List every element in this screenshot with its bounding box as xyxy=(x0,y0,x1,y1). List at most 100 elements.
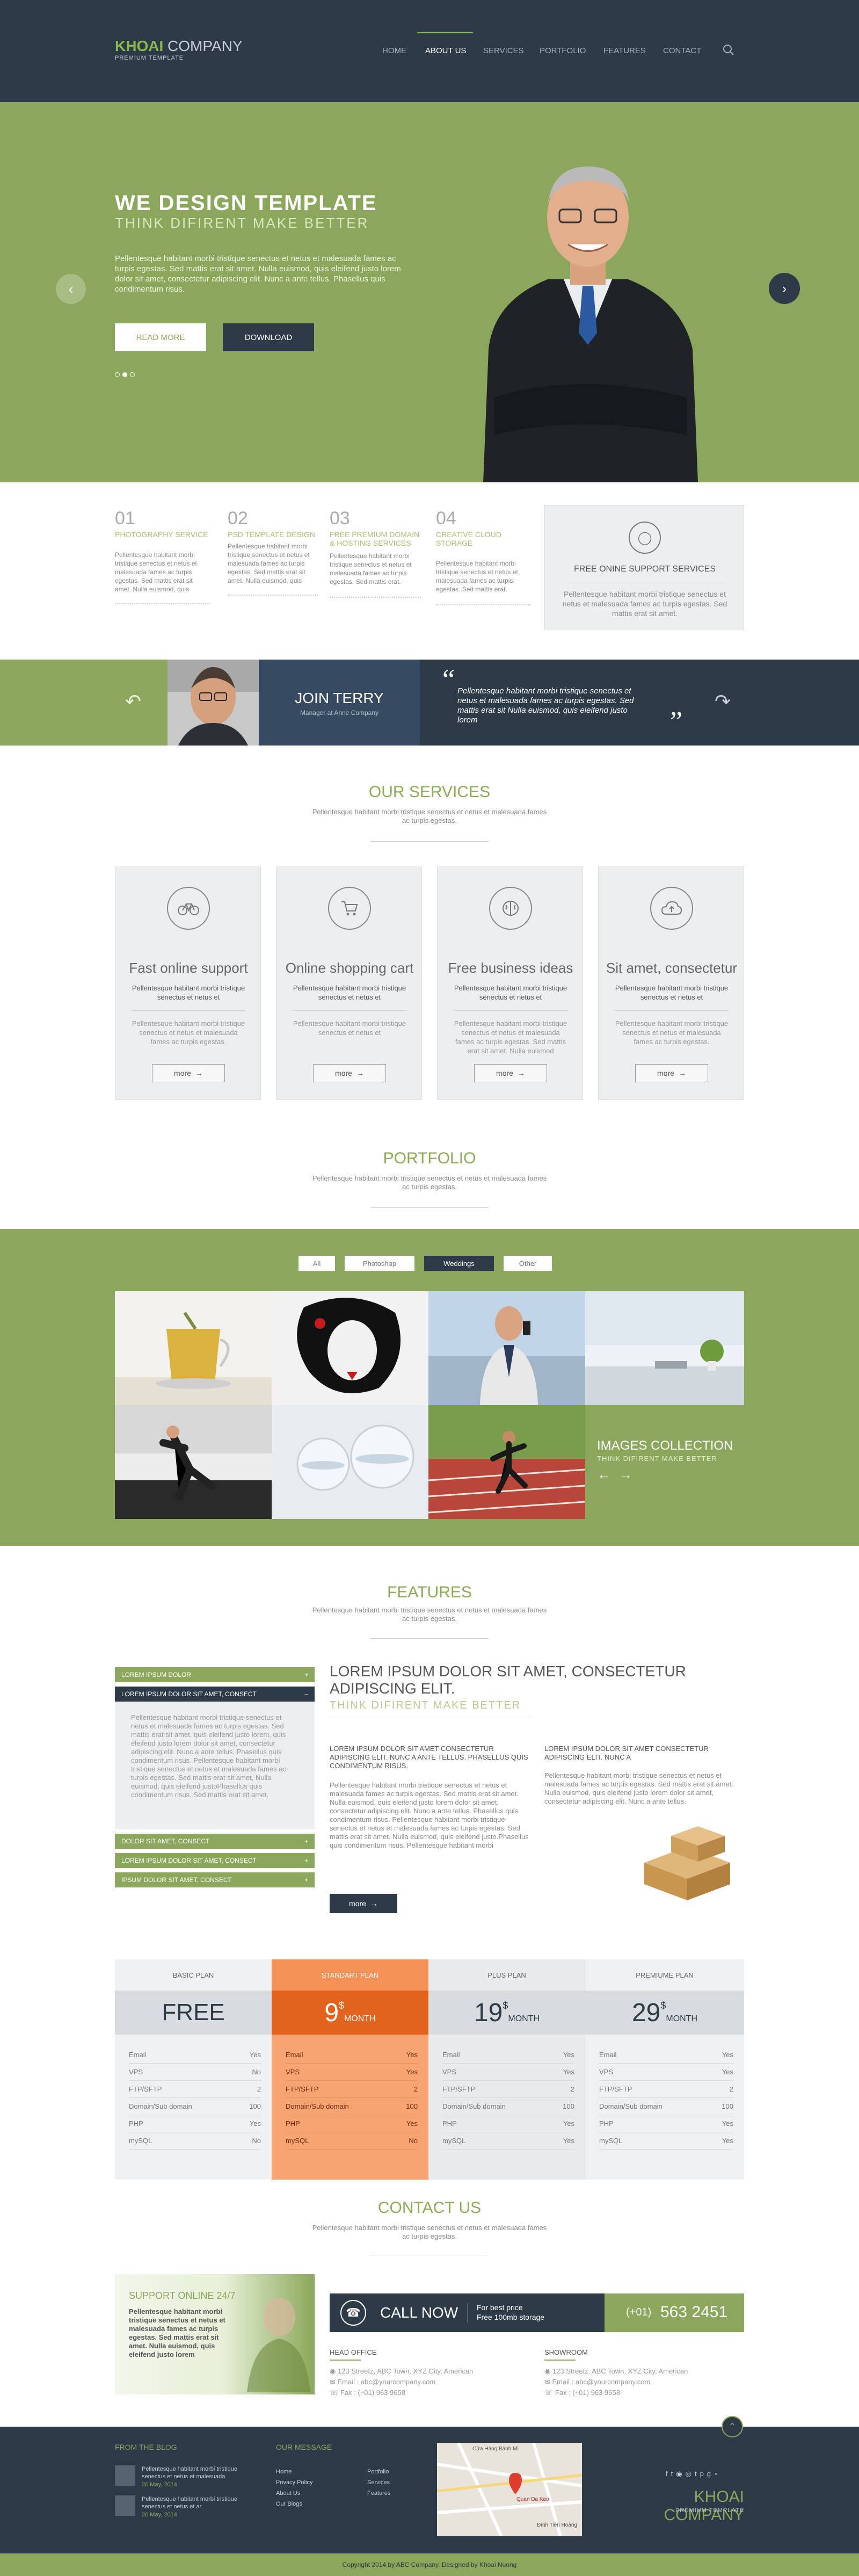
businessman-image xyxy=(483,167,698,482)
footer-logo-bold: KHOAI xyxy=(694,2488,744,2506)
read-more-button[interactable]: READ MORE xyxy=(115,323,206,351)
tumblr-icon[interactable]: t xyxy=(695,2470,697,2478)
plan-feature-row: Domain/Sub domain 100 xyxy=(442,2098,574,2115)
accordion-item[interactable]: LOREM IPSUM DOLOR + xyxy=(115,1667,315,1682)
nav-about-us[interactable]: ABOUT US xyxy=(425,46,466,55)
footer-link-features[interactable]: Features xyxy=(367,2488,390,2499)
message-title: OUR MESSAGE xyxy=(276,2443,332,2451)
features-title: LOREM IPSUM DOLOR SIT AMET, CONSECTETUR … xyxy=(330,1663,686,1697)
accordion-item[interactable]: DOLOR SIT AMET, CONSECT + xyxy=(115,1834,315,1849)
nav-contact[interactable]: CONTACT xyxy=(663,46,701,55)
reply-arrow-icon[interactable]: ↶ xyxy=(118,686,148,717)
showroom-fax: ☏ Fax : (+01) 963 9658 xyxy=(544,2389,744,2397)
nav-home[interactable]: HOME xyxy=(382,46,406,55)
service-card-text: Pellentesque habitant morbi tristique se… xyxy=(615,984,729,1001)
office-title: HEAD OFFICE xyxy=(330,2348,377,2356)
twitter-icon[interactable]: t xyxy=(671,2470,673,2478)
back-to-top-button[interactable]: ⌃ xyxy=(722,2416,743,2437)
blog-item[interactable]: Pellentesque habitant morbi tristique se… xyxy=(115,2495,254,2518)
portfolio-image-ink-portrait[interactable] xyxy=(272,1291,428,1405)
quote-close-icon: ” xyxy=(670,706,683,737)
service-card-detail: Pellentesque habitant morbi tristique se… xyxy=(454,1019,567,1055)
footer-link-blogs[interactable]: Our Blogs xyxy=(276,2499,312,2509)
forward-arrow-icon[interactable]: ↷ xyxy=(708,686,738,717)
showroom-title: SHOWROOM xyxy=(544,2348,588,2356)
footer-link-home[interactable]: Home xyxy=(276,2466,312,2477)
call-now-bar[interactable]: ☎ CALL NOW For best price Free 100mb sto… xyxy=(330,2293,744,2332)
plan-feature-label: PHP xyxy=(442,2119,457,2128)
portfolio-image-businessman-phone[interactable] xyxy=(428,1291,585,1405)
more-button[interactable]: more → xyxy=(152,1064,225,1082)
section-subtitle: Pellentesque habitant morbi tristique se… xyxy=(312,1606,547,1623)
section-heading: PORTFOLIO xyxy=(383,1149,476,1167)
plan-feature-value: Yes xyxy=(722,2119,733,2128)
accordion-body: Pellentesque habitant morbi tristique se… xyxy=(115,1702,315,1829)
plan-price: 19 $ MONTH xyxy=(428,1991,585,2035)
footer-link-portfolio[interactable]: Portfolio xyxy=(367,2466,390,2477)
slider-prev-button[interactable]: ‹ xyxy=(56,274,86,304)
slider-dot[interactable] xyxy=(115,372,120,377)
rss-icon[interactable]: ◉ xyxy=(676,2470,682,2478)
portfolio-image-man-jumping[interactable] xyxy=(115,1405,272,1519)
slider-dot-active[interactable] xyxy=(122,372,127,377)
more-button[interactable]: more → xyxy=(635,1064,708,1082)
portfolio-image-runner[interactable] xyxy=(428,1405,585,1519)
portfolio-image-fishbowls[interactable] xyxy=(272,1405,428,1519)
slider-dot[interactable] xyxy=(130,372,135,377)
filter-other[interactable]: Other xyxy=(504,1256,552,1271)
feature-number: 03 xyxy=(330,508,350,529)
download-button[interactable]: DOWNLOAD xyxy=(223,323,314,351)
footer-links-col1: Home Privacy Policy About Us Our Blogs xyxy=(276,2466,312,2509)
filter-photoshop[interactable]: Photoshop xyxy=(345,1256,414,1271)
support-agent-image xyxy=(247,2298,310,2392)
divider xyxy=(115,603,210,604)
search-icon[interactable] xyxy=(723,44,734,56)
footer-logo[interactable]: KHOAI COMPANY xyxy=(617,2488,744,2524)
dribbble-icon[interactable]: ◎ xyxy=(686,2470,691,2478)
filter-weddings[interactable]: Weddings xyxy=(424,1256,494,1271)
accordion-item-open[interactable]: LOREM IPSUM DOLOR SIT AMET, CONSECT – xyxy=(115,1687,315,1702)
more-button[interactable]: more → xyxy=(330,1894,397,1913)
testimonial-role: Manager at Anne Company xyxy=(300,709,379,717)
share-icon[interactable]: ∘ xyxy=(714,2470,718,2478)
nav-features[interactable]: FEATURES xyxy=(603,46,646,55)
plan-feature-label: PHP xyxy=(286,2119,300,2128)
service-card-title: Online shopping cart xyxy=(285,960,414,976)
accordion-text: Pellentesque habitant morbi tristique se… xyxy=(131,1713,287,1799)
accordion-item[interactable]: IPSUM DOLOR SIT AMET, CONSECT + xyxy=(115,1872,315,1887)
portfolio-image-tea[interactable] xyxy=(115,1291,272,1405)
logo[interactable]: KHOAI COMPANY xyxy=(115,38,243,55)
hero-body: Pellentesque habitant morbi tristique se… xyxy=(115,254,401,294)
pinterest-icon[interactable]: p xyxy=(700,2470,704,2478)
portfolio-image-office[interactable] xyxy=(585,1291,744,1405)
googleplus-icon[interactable]: g xyxy=(707,2470,711,2478)
arrow-left-icon[interactable]: ← xyxy=(597,1466,611,1483)
arrow-right-icon[interactable]: → xyxy=(618,1466,632,1483)
plan-feature-value: 2 xyxy=(257,2085,261,2093)
accordion-item[interactable]: LOREM IPSUM DOLOR SIT AMET, CONSECT + xyxy=(115,1853,315,1868)
plan-period: MONTH xyxy=(508,2014,540,2023)
feature-column-text: Pellentesque habitant morbi tristique se… xyxy=(544,1771,733,1805)
slider-next-button[interactable]: › xyxy=(769,273,800,304)
section-heading: FEATURES xyxy=(387,1583,472,1601)
nav-portfolio[interactable]: PORTFOLIO xyxy=(540,46,586,55)
features-section: FEATURES Pellentesque habitant morbi tri… xyxy=(0,1546,859,1954)
footer-link-privacy[interactable]: Privacy Policy xyxy=(276,2477,312,2488)
footer-link-services[interactable]: Services xyxy=(367,2477,390,2488)
plan-period: MONTH xyxy=(666,2014,698,2023)
facebook-icon[interactable]: f xyxy=(666,2470,668,2478)
map-pin-icon: ◉ xyxy=(330,2367,338,2375)
accordion-title: IPSUM DOLOR SIT AMET, CONSECT xyxy=(121,1876,232,1884)
office-email: ✉ Email : abc@yourcompany.com xyxy=(330,2378,523,2386)
blog-item[interactable]: Pellentesque habitant morbi tristique se… xyxy=(115,2465,254,2488)
filter-all[interactable]: All xyxy=(299,1256,335,1271)
more-button[interactable]: more → xyxy=(474,1064,547,1082)
more-button[interactable]: more → xyxy=(313,1064,386,1082)
plan-feature-row: mySQL No xyxy=(129,2132,261,2150)
divider xyxy=(293,1010,406,1011)
service-card-text: Pellentesque habitant morbi tristique se… xyxy=(132,984,245,1001)
nav-services[interactable]: SERVICES xyxy=(483,46,524,55)
divider xyxy=(370,841,489,842)
map-pin-icon: ◉ xyxy=(544,2367,552,2375)
footer-link-about[interactable]: About Us xyxy=(276,2488,312,2499)
